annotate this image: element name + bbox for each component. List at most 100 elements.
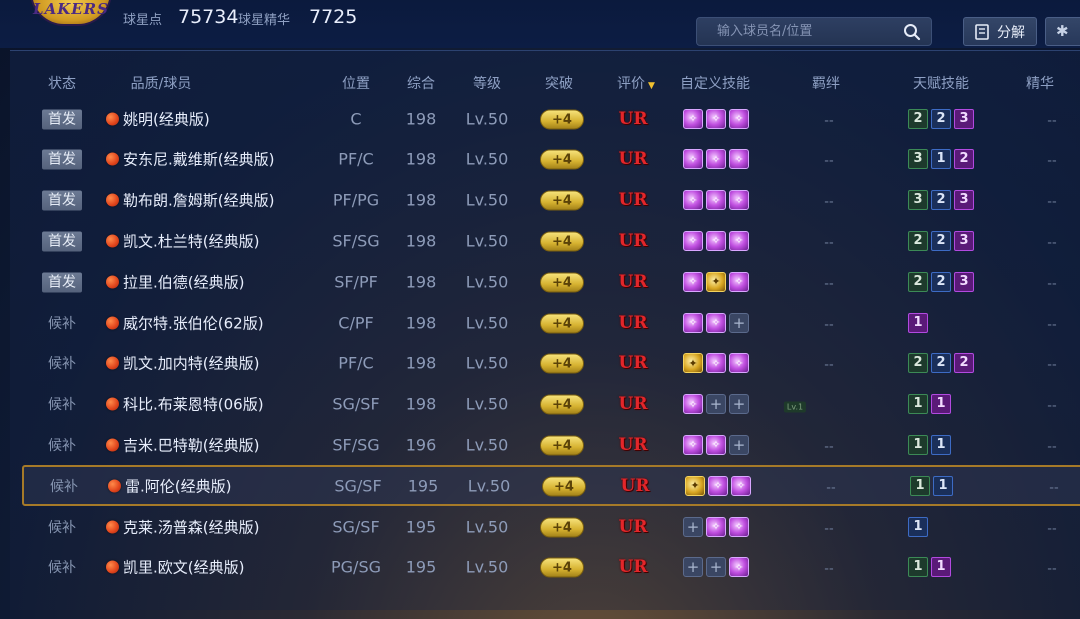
player-cell[interactable]: 凯文.加内特(经典版) (106, 353, 259, 374)
rating-ur-label: UR (618, 271, 648, 292)
skill-purple-icon[interactable]: ✧ (729, 516, 749, 537)
position-cell: SF/SG (332, 231, 380, 251)
header-overall[interactable]: 综合 (407, 73, 435, 93)
skill-gold-icon[interactable]: ✦ (706, 271, 726, 292)
table-row[interactable]: 候补 吉米.巴特勒(经典版) SF/SG 196 Lv.50 +4 UR ✧ ✧ +… (0, 424, 1080, 465)
skill-purple-icon[interactable]: ✧ (683, 312, 703, 333)
skill-purple-icon[interactable]: ✧ (706, 230, 726, 251)
table-row[interactable]: 候补 科比.布莱恩特(06版) SG/SF 198 Lv.50 +4 UR ✧ +… (0, 384, 1080, 425)
skill-purple-icon[interactable]: ✧ (706, 149, 726, 170)
bonds-cell: -- (826, 476, 835, 495)
custom-skills-cell: ✧ ✦ ✧ (683, 271, 749, 292)
skill-purple-icon[interactable]: ✧ (706, 353, 726, 374)
skill-purple-icon[interactable]: ✧ (729, 108, 749, 129)
decompose-button[interactable]: 分解 (963, 17, 1037, 46)
skill-purple-icon[interactable]: ✧ (729, 190, 749, 211)
rating-ur-label: UR (620, 475, 650, 496)
header-status[interactable]: 状态 (48, 73, 76, 93)
overall-cell: 198 (405, 394, 437, 414)
player-cell[interactable]: 姚明(经典版) (106, 108, 210, 129)
skill-purple-icon[interactable]: ✧ (683, 108, 703, 129)
player-cell[interactable]: 凯里.欧文(经典版) (106, 557, 244, 578)
bond-value: -- (824, 194, 834, 210)
add-skill-icon[interactable]: + (683, 516, 703, 537)
header-essence[interactable]: 精华 (1026, 73, 1054, 93)
player-cell[interactable]: 勒布朗.詹姆斯(经典版) (106, 190, 274, 211)
table-row[interactable]: 首发 安东尼.戴维斯(经典版) PF/C 198 Lv.50 +4 UR ✧ ✧ ✧… (0, 139, 1080, 180)
header-position[interactable]: 位置 (342, 73, 370, 93)
add-skill-icon[interactable]: + (706, 557, 726, 578)
skill-gold-icon[interactable]: ✦ (683, 353, 703, 374)
table-row[interactable]: 候补 威尔特.张伯伦(62版) C/PF 198 Lv.50 +4 UR ✧ ✧ +… (0, 302, 1080, 343)
skill-purple-icon[interactable]: ✧ (706, 190, 726, 211)
player-cell[interactable]: 威尔特.张伯伦(62版) (106, 312, 264, 333)
table-row[interactable]: 候补 凯文.加内特(经典版) PF/C 198 Lv.50 +4 UR ✦ ✧ ✧ … (0, 343, 1080, 384)
breakthrough-badge: +4 (540, 435, 584, 456)
table-row[interactable]: 首发 姚明(经典版) C 198 Lv.50 +4 UR ✧ ✧ ✧ -- 223 … (0, 98, 1080, 139)
player-cell[interactable]: 吉米.巴特勒(经典版) (106, 434, 259, 455)
bonds-cell: -- (824, 313, 833, 332)
skill-purple-icon[interactable]: ✧ (731, 475, 751, 496)
skill-purple-icon[interactable]: ✧ (708, 475, 728, 496)
position-cell: SG/SF (332, 517, 380, 536)
header-talents[interactable]: 天赋技能 (913, 73, 969, 93)
status-cell: 首发 (42, 108, 82, 129)
skill-purple-icon[interactable]: ✧ (729, 353, 749, 374)
skill-purple-icon[interactable]: ✧ (683, 230, 703, 251)
skill-purple-icon[interactable]: ✧ (683, 271, 703, 292)
skill-purple-icon[interactable]: ✧ (729, 557, 749, 578)
search-icon[interactable] (903, 23, 921, 41)
player-cell[interactable]: 拉里.伯德(经典版) (106, 271, 244, 292)
add-skill-icon[interactable]: + (729, 312, 749, 333)
header-breakthrough[interactable]: 突破 (545, 73, 573, 93)
search-input[interactable] (697, 18, 897, 45)
rating-cell: UR (619, 109, 648, 129)
bench-label: 候补 (48, 397, 76, 414)
add-skill-icon[interactable]: + (683, 557, 703, 578)
position-cell: SF/PF (334, 272, 378, 292)
player-cell[interactable]: 雷.阿伦(经典版) (108, 475, 231, 496)
skill-gold-icon[interactable]: ✦ (685, 475, 705, 496)
header-bonds[interactable]: 羁绊 (812, 73, 840, 93)
breakthrough-cell: +4 (540, 434, 584, 456)
bond-value: -- (826, 480, 836, 496)
add-skill-icon[interactable]: + (706, 394, 726, 415)
more-button[interactable]: ✱ (1045, 17, 1080, 46)
skill-purple-icon[interactable]: ✧ (683, 190, 703, 211)
skill-purple-icon[interactable]: ✧ (706, 434, 726, 455)
table-row[interactable]: 首发 拉里.伯德(经典版) SF/PF 198 Lv.50 +4 UR ✧ ✦ ✧ … (0, 261, 1080, 302)
add-skill-icon[interactable]: + (729, 434, 749, 455)
search-box[interactable] (696, 17, 932, 46)
basketball-icon (106, 275, 119, 289)
skill-purple-icon[interactable]: ✧ (706, 516, 726, 537)
skill-purple-icon[interactable]: ✧ (683, 149, 703, 170)
player-name: 勒布朗.詹姆斯(经典版) (123, 191, 275, 210)
player-cell[interactable]: 凯文.杜兰特(经典版) (106, 230, 259, 251)
table-row[interactable]: 首发 勒布朗.詹姆斯(经典版) PF/PG 198 Lv.50 +4 UR ✧ ✧… (0, 180, 1080, 221)
add-skill-icon[interactable]: + (729, 394, 749, 415)
table-row[interactable]: 候补 雷.阿伦(经典版) SG/SF 195 Lv.50 +4 UR ✦ ✧ ✧ -… (22, 465, 1080, 507)
skill-purple-icon[interactable]: ✧ (683, 394, 703, 415)
player-cell[interactable]: 科比.布莱恩特(06版) (106, 394, 264, 415)
table-row[interactable]: 候补 凯里.欧文(经典版) PG/SG 195 Lv.50 +4 UR + + ✧ … (0, 547, 1080, 588)
header-custom-skills[interactable]: 自定义技能 (680, 73, 750, 93)
skill-purple-icon[interactable]: ✧ (729, 230, 749, 251)
rating-ur-label: UR (618, 516, 648, 537)
table-row[interactable]: 首发 凯文.杜兰特(经典版) SF/SG 198 Lv.50 +4 UR ✧ ✧ ✧… (0, 220, 1080, 261)
header-level[interactable]: 等级 (473, 73, 501, 93)
header-player[interactable]: 品质/球员 (131, 73, 192, 93)
player-cell[interactable]: 克莱.汤普森(经典版) (106, 516, 259, 537)
skill-purple-icon[interactable]: ✧ (706, 108, 726, 129)
header-rating[interactable]: 评价 ▼ (617, 73, 655, 93)
position-cell: C (350, 109, 362, 128)
starter-badge: 首发 (42, 109, 82, 129)
skill-purple-icon[interactable]: ✧ (729, 271, 749, 292)
skill-purple-icon[interactable]: ✧ (683, 434, 703, 455)
player-cell[interactable]: 安东尼.戴维斯(经典版) (106, 149, 274, 170)
rating-ur-label: UR (618, 108, 648, 129)
breakthrough-cell: +4 (540, 149, 584, 170)
table-row[interactable]: 候补 克莱.汤普森(经典版) SG/SF 195 Lv.50 +4 UR + ✧ ✧… (0, 506, 1080, 547)
skill-purple-icon[interactable]: ✧ (729, 149, 749, 170)
decompose-label: 分解 (997, 24, 1025, 41)
skill-purple-icon[interactable]: ✧ (706, 312, 726, 333)
